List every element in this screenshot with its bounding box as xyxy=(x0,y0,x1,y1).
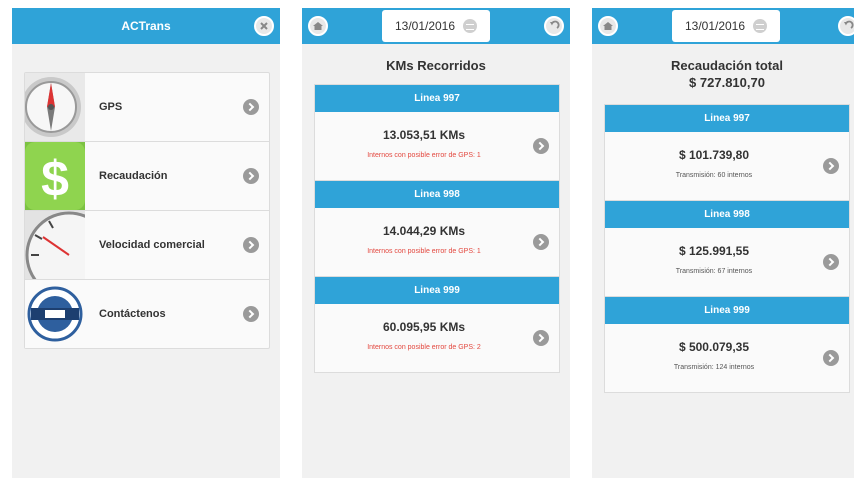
transmission-note: Transmisión: 124 internos xyxy=(673,364,755,371)
menu-label-gps: GPS xyxy=(99,101,123,113)
app-title: ACTrans xyxy=(121,19,171,33)
back-arrow-icon xyxy=(844,20,854,29)
recaudacion-screen: 13/01/2016 Recaudación total $ 727.810,7… xyxy=(592,8,854,478)
back-button[interactable] xyxy=(544,16,564,36)
menu-item-recaudacion[interactable]: $ Recaudación xyxy=(25,142,269,211)
home-icon xyxy=(603,22,613,30)
dollar-icon: $ xyxy=(25,142,85,210)
logo-icon xyxy=(25,280,85,348)
line-row[interactable]: $ 500.079,35 Transmisión: 124 internos xyxy=(605,324,849,392)
line-row[interactable]: 13.053,51 KMs Internos con posible error… xyxy=(315,112,559,181)
main-menu: GPS $ Recaudación Velocidad comercial Co… xyxy=(24,72,270,349)
chevron-right-icon xyxy=(533,138,549,154)
date-value: 13/01/2016 xyxy=(684,19,746,33)
home-button[interactable] xyxy=(598,16,618,36)
line-row[interactable]: $ 101.739,80 Transmisión: 60 internos xyxy=(605,132,849,201)
menu-label-velocidad: Velocidad comercial xyxy=(99,239,205,251)
chevron-right-icon xyxy=(243,306,259,322)
chevron-right-icon xyxy=(823,158,839,174)
home-icon xyxy=(313,22,323,30)
chevron-right-icon xyxy=(823,254,839,270)
lines-card: Linea 997 13.053,51 KMs Internos con pos… xyxy=(314,84,560,373)
svg-text:$: $ xyxy=(41,151,69,207)
menu-item-velocidad[interactable]: Velocidad comercial xyxy=(25,211,269,280)
line-row[interactable]: $ 125.991,55 Transmisión: 67 internos xyxy=(605,228,849,297)
calendar-icon xyxy=(753,19,768,33)
chevron-right-icon xyxy=(533,234,549,250)
km-value: 14.044,29 KMs xyxy=(382,224,466,238)
gps-error-note: Internos con posible error de GPS: 2 xyxy=(367,344,481,351)
home-button[interactable] xyxy=(308,16,328,36)
line-header: Linea 997 xyxy=(605,105,849,132)
menu-label-contactenos: Contáctenos xyxy=(99,308,166,320)
km-value: 13.053,51 KMs xyxy=(382,128,466,142)
line-header: Linea 999 xyxy=(605,297,849,324)
screen-title: KMs Recorridos xyxy=(386,58,486,73)
lines-card: Linea 997 $ 101.739,80 Transmisión: 60 i… xyxy=(604,104,850,393)
gps-error-note: Internos con posible error de GPS: 1 xyxy=(367,248,481,255)
chevron-right-icon xyxy=(243,168,259,184)
screen-title: Recaudación total xyxy=(671,58,783,73)
transmission-note: Transmisión: 60 internos xyxy=(675,172,753,179)
chevron-right-icon xyxy=(243,237,259,253)
chevron-right-icon xyxy=(823,350,839,366)
speedometer-icon xyxy=(25,211,85,279)
close-button[interactable] xyxy=(254,16,274,36)
line-row[interactable]: 60.095,95 KMs Internos con posible error… xyxy=(315,304,559,372)
chevron-right-icon xyxy=(533,330,549,346)
date-picker[interactable]: 13/01/2016 xyxy=(672,10,780,42)
close-icon xyxy=(260,22,268,30)
total-amount: $ 727.810,70 xyxy=(689,75,765,90)
compass-icon xyxy=(25,73,85,141)
transmission-note: Transmisión: 67 internos xyxy=(675,268,753,275)
kms-screen: 13/01/2016 KMs Recorridos Linea 997 13.0… xyxy=(302,8,570,478)
gps-error-note: Internos con posible error de GPS: 1 xyxy=(367,152,481,159)
menu-item-contactenos[interactable]: Contáctenos xyxy=(25,280,269,348)
menu-screen: ACTrans GPS $ Recaudación Velocidad come… xyxy=(12,8,280,478)
app-header: ACTrans xyxy=(12,8,280,44)
line-header: Linea 998 xyxy=(315,181,559,208)
menu-label-recaudacion: Recaudación xyxy=(99,170,168,182)
calendar-icon xyxy=(463,19,478,33)
back-arrow-icon xyxy=(550,20,560,29)
back-button[interactable] xyxy=(838,16,854,36)
menu-item-gps[interactable]: GPS xyxy=(25,73,269,142)
app-header: 13/01/2016 xyxy=(592,8,854,44)
app-header: 13/01/2016 xyxy=(302,8,570,44)
amount-value: $ 500.079,35 xyxy=(678,340,750,354)
line-row[interactable]: 14.044,29 KMs Internos con posible error… xyxy=(315,208,559,277)
amount-value: $ 101.739,80 xyxy=(678,148,750,162)
km-value: 60.095,95 KMs xyxy=(382,320,466,334)
amount-value: $ 125.991,55 xyxy=(678,244,750,258)
line-header: Linea 997 xyxy=(315,85,559,112)
date-picker[interactable]: 13/01/2016 xyxy=(382,10,490,42)
date-value: 13/01/2016 xyxy=(394,19,456,33)
line-header: Linea 998 xyxy=(605,201,849,228)
chevron-right-icon xyxy=(243,99,259,115)
line-header: Linea 999 xyxy=(315,277,559,304)
